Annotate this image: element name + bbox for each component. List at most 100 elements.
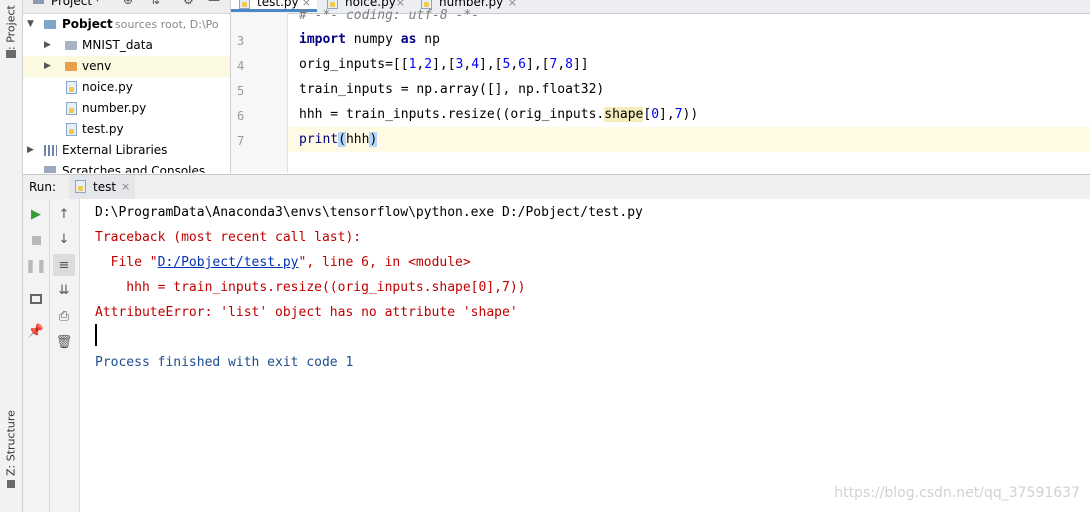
arrow-down-icon[interactable]: ↓ bbox=[53, 228, 75, 250]
tree-item-label: venv bbox=[82, 59, 112, 73]
collapse-icon[interactable]: ⇅ bbox=[150, 0, 160, 7]
chevron-down-icon[interactable]: ▼ bbox=[27, 14, 34, 35]
code-token: ]] bbox=[572, 57, 589, 72]
code-token: np bbox=[416, 32, 440, 47]
close-icon[interactable]: × bbox=[121, 180, 130, 193]
dropdown-icon[interactable]: ▾ bbox=[95, 0, 100, 5]
python-file-icon bbox=[66, 81, 77, 94]
trash-icon[interactable]: 🗑 bbox=[53, 331, 75, 353]
tree-item-pobject[interactable]: ▼ Pobject sources root, D:\Po bbox=[23, 14, 230, 35]
structure-tool-tab-label: Z: Structure bbox=[4, 410, 18, 476]
console-finished-line: Process finished with exit code 1 bbox=[95, 355, 354, 370]
project-panel-header: Project ▾ ⊕ ⇅ ⚙ — bbox=[23, 0, 230, 14]
minimize-icon[interactable]: — bbox=[208, 0, 220, 7]
code-line-5[interactable]: train_inputs = np.array([], np.float32) bbox=[299, 82, 604, 97]
folder-icon bbox=[65, 41, 77, 50]
project-view-icon bbox=[33, 0, 44, 4]
line-number: 5 bbox=[237, 84, 245, 98]
chevron-right-icon[interactable]: ▶ bbox=[27, 140, 34, 161]
line-number: 7 bbox=[237, 134, 245, 148]
tree-item-label: Scratches and Consoles bbox=[62, 164, 206, 173]
chevron-right-icon[interactable]: ▶ bbox=[44, 35, 51, 56]
code-token: hhh = train_inputs.resize((orig_inputs. bbox=[299, 107, 605, 122]
console-code-line: hhh = train_inputs.resize((orig_inputs.s… bbox=[95, 280, 526, 295]
tree-item-test-py[interactable]: test.py bbox=[23, 119, 230, 140]
line-number: 3 bbox=[237, 34, 245, 48]
code-token: ],[ bbox=[526, 57, 550, 72]
code-line-3[interactable]: import numpy as np bbox=[299, 32, 440, 47]
line-number-gutter: 3 4 5 6 7 bbox=[231, 13, 288, 173]
code-token: ],[ bbox=[432, 57, 456, 72]
line-number: 6 bbox=[237, 109, 245, 123]
code-token: , bbox=[557, 57, 566, 72]
code-token: )) bbox=[682, 107, 699, 122]
code-line-2[interactable]: # -*- coding: utf-8 -*- bbox=[299, 8, 479, 23]
left-tool-strip: 1: Project Z: Structure bbox=[0, 0, 23, 512]
tree-item-number-py[interactable]: number.py bbox=[23, 98, 230, 119]
console-output[interactable]: D:\ProgramData\Anaconda3\envs\tensorflow… bbox=[80, 199, 1090, 512]
tree-item-external-libraries[interactable]: ▶ External Libraries bbox=[23, 140, 230, 161]
editor: test.py × noice.py × number.py × 3 4 5 6… bbox=[231, 0, 1090, 173]
close-icon[interactable]: × bbox=[508, 0, 517, 12]
code-token: 2 bbox=[424, 57, 433, 72]
run-panel-header: Run: test × bbox=[23, 174, 1090, 200]
tree-item-noice-py[interactable]: noice.py bbox=[23, 77, 230, 98]
target-icon[interactable]: ⊕ bbox=[123, 0, 133, 7]
layout-icon[interactable] bbox=[25, 288, 47, 310]
code-token: numpy bbox=[345, 32, 401, 47]
console-text: ", line 6, in <module> bbox=[298, 255, 471, 270]
scratches-icon bbox=[44, 166, 56, 173]
pin-icon[interactable]: 📌 bbox=[25, 320, 47, 342]
chevron-right-icon[interactable]: ▶ bbox=[44, 56, 51, 77]
soft-wrap-icon[interactable]: ≡ bbox=[53, 254, 75, 276]
code-token: ) bbox=[369, 132, 378, 147]
code-token: 6 bbox=[518, 57, 526, 72]
tree-item-label: number.py bbox=[82, 101, 147, 115]
tree-item-mnist-data[interactable]: ▶ MNIST_data bbox=[23, 35, 230, 56]
rerun-icon[interactable]: ▶ bbox=[25, 203, 47, 225]
code-line-4[interactable]: orig_inputs=[[1,2],[3,4],[5,6],[7,8]] bbox=[299, 57, 589, 72]
arrow-up-icon[interactable]: ↑ bbox=[53, 203, 75, 225]
code-line-6[interactable]: hhh = train_inputs.resize((orig_inputs.s… bbox=[299, 107, 698, 122]
folder-icon bbox=[65, 62, 77, 71]
gear-icon[interactable]: ⚙ bbox=[183, 0, 194, 7]
code-token: 0 bbox=[651, 107, 660, 122]
tree-item-label: External Libraries bbox=[62, 143, 168, 157]
text-caret bbox=[95, 324, 97, 346]
console-file-link[interactable]: D:/Pobject/test.py bbox=[158, 255, 299, 270]
python-file-icon bbox=[239, 0, 250, 9]
scroll-to-end-icon[interactable]: ⇊ bbox=[53, 279, 75, 301]
watermark: https://blog.csdn.net/qq_37591637 bbox=[834, 485, 1080, 501]
folder-icon bbox=[44, 20, 56, 29]
structure-icon bbox=[7, 480, 15, 488]
stop-icon[interactable] bbox=[25, 229, 47, 251]
tree-item-venv[interactable]: ▶ venv bbox=[23, 56, 230, 77]
code-token: print bbox=[299, 132, 339, 147]
console-error-line: AttributeError: 'list' object has no att… bbox=[95, 305, 518, 320]
code-token: ],[ bbox=[479, 57, 503, 72]
code-token: shape bbox=[604, 107, 644, 122]
tree-item-label: Pobject bbox=[62, 17, 113, 31]
code-token: as bbox=[400, 32, 417, 47]
structure-tool-tab[interactable]: Z: Structure bbox=[2, 408, 20, 478]
run-tab-label: test bbox=[93, 180, 117, 194]
run-toolbar-primary: ▶ ❚❚ 📌 bbox=[23, 199, 50, 512]
project-panel-title[interactable]: Project bbox=[51, 0, 92, 8]
pause-icon[interactable]: ❚❚ bbox=[25, 255, 47, 277]
code-token: 7 bbox=[674, 107, 683, 122]
run-toolbar-secondary: ↑ ↓ ≡ ⇊ ⎙ 🗑 bbox=[50, 199, 80, 512]
code-token: 4 bbox=[471, 57, 480, 72]
python-file-icon bbox=[66, 102, 77, 115]
tree-item-label: noice.py bbox=[82, 80, 133, 94]
run-tab-test[interactable]: test × bbox=[69, 175, 135, 199]
code-line-7[interactable]: print(hhh) bbox=[299, 132, 378, 147]
python-file-icon bbox=[66, 123, 77, 136]
current-line-highlight bbox=[288, 127, 1090, 152]
library-icon bbox=[44, 145, 57, 156]
print-icon[interactable]: ⎙ bbox=[53, 305, 75, 327]
code-token: 8 bbox=[565, 57, 573, 72]
code-token: import bbox=[299, 32, 346, 47]
run-panel-label: Run: bbox=[29, 180, 57, 194]
code-token: ( bbox=[338, 132, 346, 147]
tree-item-scratches[interactable]: Scratches and Consoles bbox=[23, 161, 230, 173]
